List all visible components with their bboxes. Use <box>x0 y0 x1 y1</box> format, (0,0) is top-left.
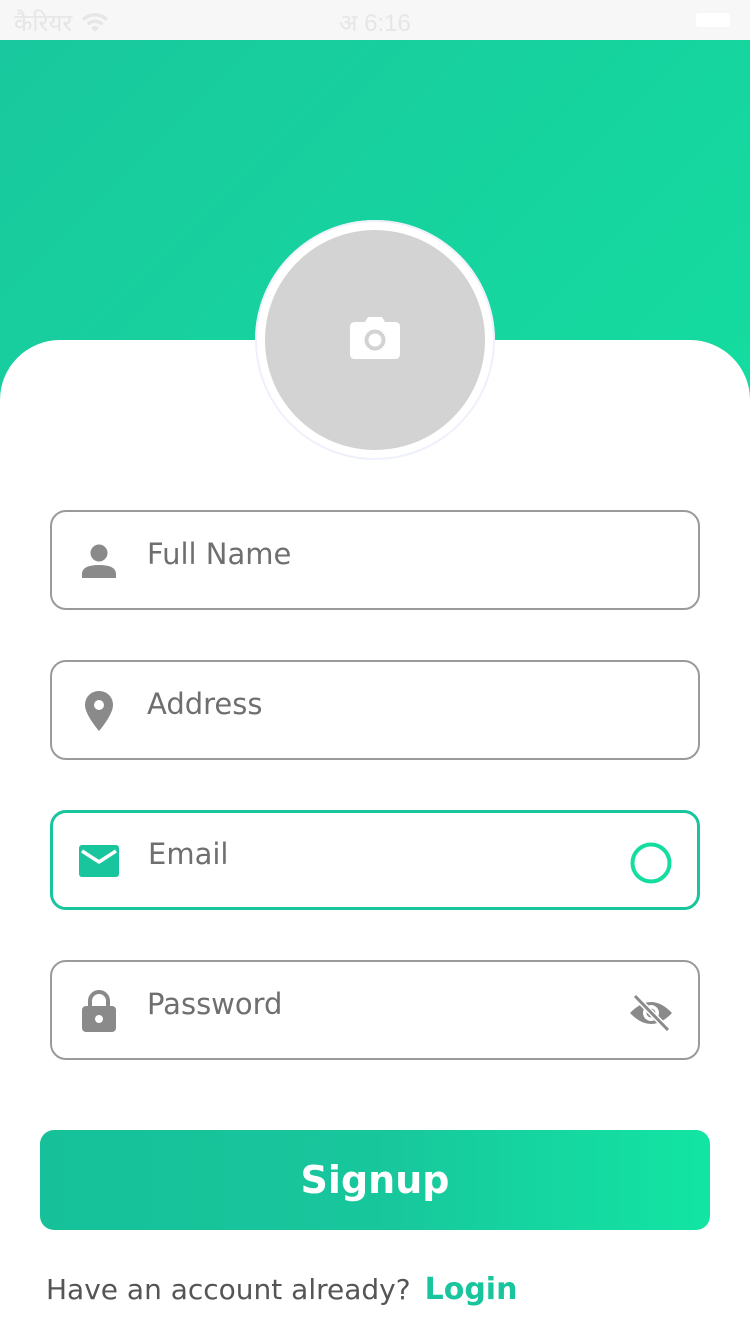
avatar-ring <box>255 220 495 460</box>
lock-icon <box>78 990 120 1032</box>
email-field <box>50 810 700 910</box>
password-input[interactable] <box>147 982 587 1026</box>
address-field <box>50 660 700 760</box>
signup-screen: कैरियर अ 6:16 Full Name Address Email Si… <box>0 0 750 1334</box>
email-input[interactable] <box>148 832 588 876</box>
eye-off-icon[interactable] <box>628 990 674 1036</box>
password-field <box>50 960 700 1060</box>
full-name-field <box>50 510 700 610</box>
login-link[interactable]: Login <box>425 1272 518 1307</box>
signup-button[interactable]: Signup <box>40 1130 710 1230</box>
avatar-upload-button[interactable] <box>265 230 485 450</box>
full-name-input[interactable] <box>147 532 587 576</box>
camera-icon <box>349 316 401 364</box>
battery-icon <box>696 13 730 27</box>
login-prompt: Have an account already? Login <box>46 1272 517 1307</box>
login-prompt-text: Have an account already? <box>46 1273 411 1306</box>
person-icon <box>78 540 120 582</box>
location-pin-icon <box>78 690 120 732</box>
status-circle-icon <box>628 840 674 886</box>
status-bar: कैरियर अ 6:16 <box>0 0 750 40</box>
address-input[interactable] <box>147 682 587 726</box>
mail-icon <box>78 840 120 882</box>
status-time: अ 6:16 <box>339 10 411 37</box>
